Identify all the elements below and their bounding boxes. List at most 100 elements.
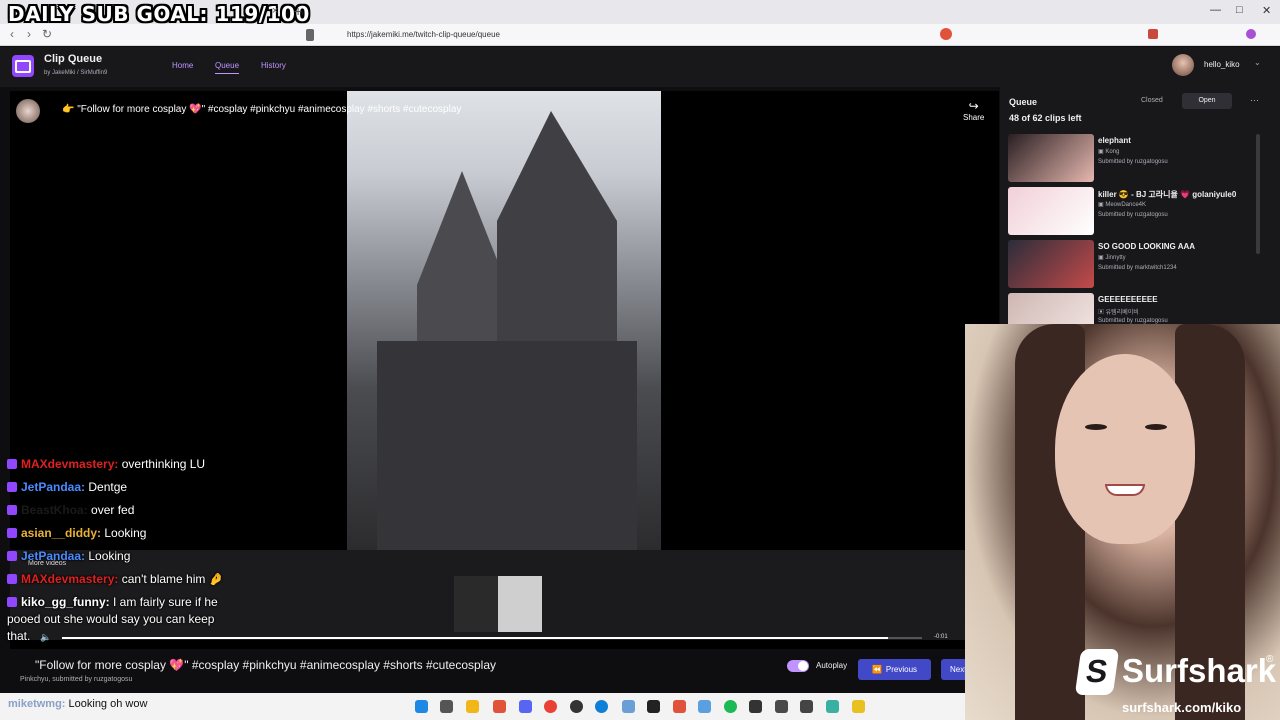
discord-icon[interactable] xyxy=(519,700,532,713)
chat-text: Dentge xyxy=(88,480,128,494)
previous-label: Previous xyxy=(885,665,918,674)
nav-history[interactable]: History xyxy=(261,61,286,70)
sponsor-url: surfshark.com/kiko xyxy=(1122,700,1242,715)
back-icon[interactable]: ‹ xyxy=(10,27,14,41)
previous-button[interactable]: ⏪ Previous xyxy=(858,659,931,680)
url-field[interactable]: https://jakemiki.me/twitch-clip-queue/qu… xyxy=(347,30,500,39)
app-icon[interactable] xyxy=(826,700,839,713)
queue-menu-icon[interactable]: ⋯ xyxy=(1250,95,1259,106)
chat-username: kiko_gg_funny: xyxy=(21,595,114,609)
terminal-icon[interactable] xyxy=(749,700,762,713)
minimize-icon[interactable]: — xyxy=(1210,4,1221,16)
app-icon[interactable] xyxy=(775,700,788,713)
new-tab-icon[interactable]: + xyxy=(294,3,302,19)
app-title: Clip Queue xyxy=(44,53,103,65)
chrome-icon[interactable] xyxy=(544,700,557,713)
chat-text: pooed out she would say you can keep xyxy=(7,612,215,626)
channel-avatar[interactable] xyxy=(16,99,40,123)
user-menu-chevron-icon[interactable]: ⌄ xyxy=(1254,58,1261,67)
surfshark-logo-icon xyxy=(1074,649,1120,695)
queue-open-toggle[interactable]: Open xyxy=(1182,93,1232,109)
queue-item[interactable]: elephant ▣ Kong Submitted by ruzgatogosu xyxy=(1008,134,1248,182)
twitch-badge-icon xyxy=(7,528,17,538)
username[interactable]: hello_kiko xyxy=(1204,60,1240,69)
video-frame[interactable] xyxy=(347,91,661,550)
clip-submitter: Pinkchyu, submitted by ruzgatogosu xyxy=(20,676,133,683)
queue-scrollbar[interactable] xyxy=(1256,134,1260,254)
spotify-icon[interactable] xyxy=(724,700,737,713)
app-icon[interactable] xyxy=(622,700,635,713)
tab-close-icon[interactable]: × xyxy=(272,5,278,17)
author-jakemiki[interactable]: JakeMiki xyxy=(52,70,75,76)
progress-fill xyxy=(62,637,888,639)
author-sirmuffin[interactable]: SirMuffin9 xyxy=(80,70,107,76)
next-button[interactable]: Next xyxy=(941,659,965,680)
webcam-eye xyxy=(1145,424,1167,430)
chat-text: over fed xyxy=(91,503,135,517)
queue-item-title: SO GOOD LOOKING AAA xyxy=(1098,242,1196,251)
twitch-badge-icon xyxy=(7,551,17,561)
brave-icon[interactable] xyxy=(493,700,506,713)
volume-icon[interactable]: 🔈 xyxy=(40,632,51,643)
nav-home[interactable]: Home xyxy=(172,61,193,70)
app-icon[interactable] xyxy=(852,700,865,713)
user-avatar[interactable] xyxy=(1172,54,1194,76)
video-player[interactable]: 👉 "Follow for more cosplay 💖" #cosplay #… xyxy=(10,91,999,649)
file-explorer-icon[interactable] xyxy=(466,700,479,713)
webcam-face xyxy=(1055,354,1195,544)
chat-message: MAXdevmastery: can't blame him 🤌 xyxy=(7,572,224,586)
edge-icon[interactable] xyxy=(595,700,608,713)
app-icon[interactable] xyxy=(698,700,711,713)
profile-icon[interactable] xyxy=(1246,29,1256,39)
chat-text: can't blame him 🤌 xyxy=(121,572,224,586)
brave-icon-2[interactable] xyxy=(673,700,686,713)
forward-icon[interactable]: › xyxy=(27,27,31,41)
brave-shield-icon[interactable] xyxy=(940,28,952,40)
twitch-badge-icon xyxy=(7,459,17,469)
autoplay-toggle[interactable] xyxy=(787,660,809,672)
chat-username: asian__diddy: xyxy=(21,526,105,540)
app-icon[interactable] xyxy=(647,700,660,713)
bookmark-icon[interactable] xyxy=(306,29,314,41)
task-view-icon[interactable] xyxy=(440,700,453,713)
progress-bar[interactable] xyxy=(62,637,922,639)
queue-item-thumbnail[interactable] xyxy=(1008,240,1094,288)
queue-item-thumbnail[interactable] xyxy=(1008,134,1094,182)
chat-text: Looking xyxy=(88,549,131,563)
taskbar-chat-line: miketwmg: Looking oh wow xyxy=(8,698,147,710)
taskbar: miketwmg: Looking oh wow xyxy=(0,693,965,720)
queue-title: Queue xyxy=(1009,97,1038,107)
address-bar-row: ‹ › ↻ https://jakemiki.me/twitch-clip-qu… xyxy=(0,24,1280,46)
twitch-badge-icon xyxy=(7,574,17,584)
queue-item-submitter: Submitted by ruzgatogosu xyxy=(1098,212,1168,218)
extension-icon[interactable] xyxy=(1148,29,1158,39)
chat-text: Looking oh wow xyxy=(68,698,148,710)
more-video-thumb[interactable] xyxy=(454,576,498,632)
close-window-icon[interactable]: ✕ xyxy=(1262,4,1271,17)
maximize-icon[interactable]: □ xyxy=(1236,4,1243,16)
queue-count: 48 of 62 clips left xyxy=(1009,113,1082,123)
queue-item-thumbnail[interactable] xyxy=(1008,187,1094,235)
app-icon[interactable] xyxy=(800,700,813,713)
queue-item[interactable]: killer 😎 - BJ 고라니율 💗 golaniyule0 ▣ MeowDa… xyxy=(1008,187,1248,235)
chat-message: BeastKhoa: over fed xyxy=(7,503,134,517)
windows-start-icon[interactable] xyxy=(415,700,428,713)
queue-item-submitter: Submitted by marktwitch1234 xyxy=(1098,265,1177,271)
queue-item-thumbnail[interactable] xyxy=(1008,293,1094,324)
chat-username: MAXdevmastery: xyxy=(21,457,122,471)
more-video-thumb[interactable] xyxy=(498,576,542,632)
video-title[interactable]: 👉 "Follow for more cosplay 💖" #cosplay #… xyxy=(62,104,461,115)
nav-queue[interactable]: Queue xyxy=(215,61,240,74)
queue-closed-toggle[interactable]: Closed xyxy=(1141,97,1163,104)
share-icon: ↪ xyxy=(968,99,979,113)
chat-message: that. xyxy=(7,629,30,643)
chat-message: JetPandaa: Looking xyxy=(7,549,130,563)
queue-item-channel: ▣ Jinnytty xyxy=(1098,255,1126,261)
queue-item-title: elephant xyxy=(1098,136,1131,145)
obs-icon[interactable] xyxy=(570,700,583,713)
reload-icon[interactable]: ↻ xyxy=(42,27,52,41)
queue-item[interactable]: GEEEEEEEEEE ▣ 유템리베이비 Submitted by ruzgatog… xyxy=(1008,293,1248,324)
queue-item[interactable]: SO GOOD LOOKING AAA ▣ Jinnytty Submitted b… xyxy=(1008,240,1248,288)
time-remaining: -0:01 xyxy=(934,634,948,640)
share-button[interactable]: ↪ Share xyxy=(963,99,984,122)
